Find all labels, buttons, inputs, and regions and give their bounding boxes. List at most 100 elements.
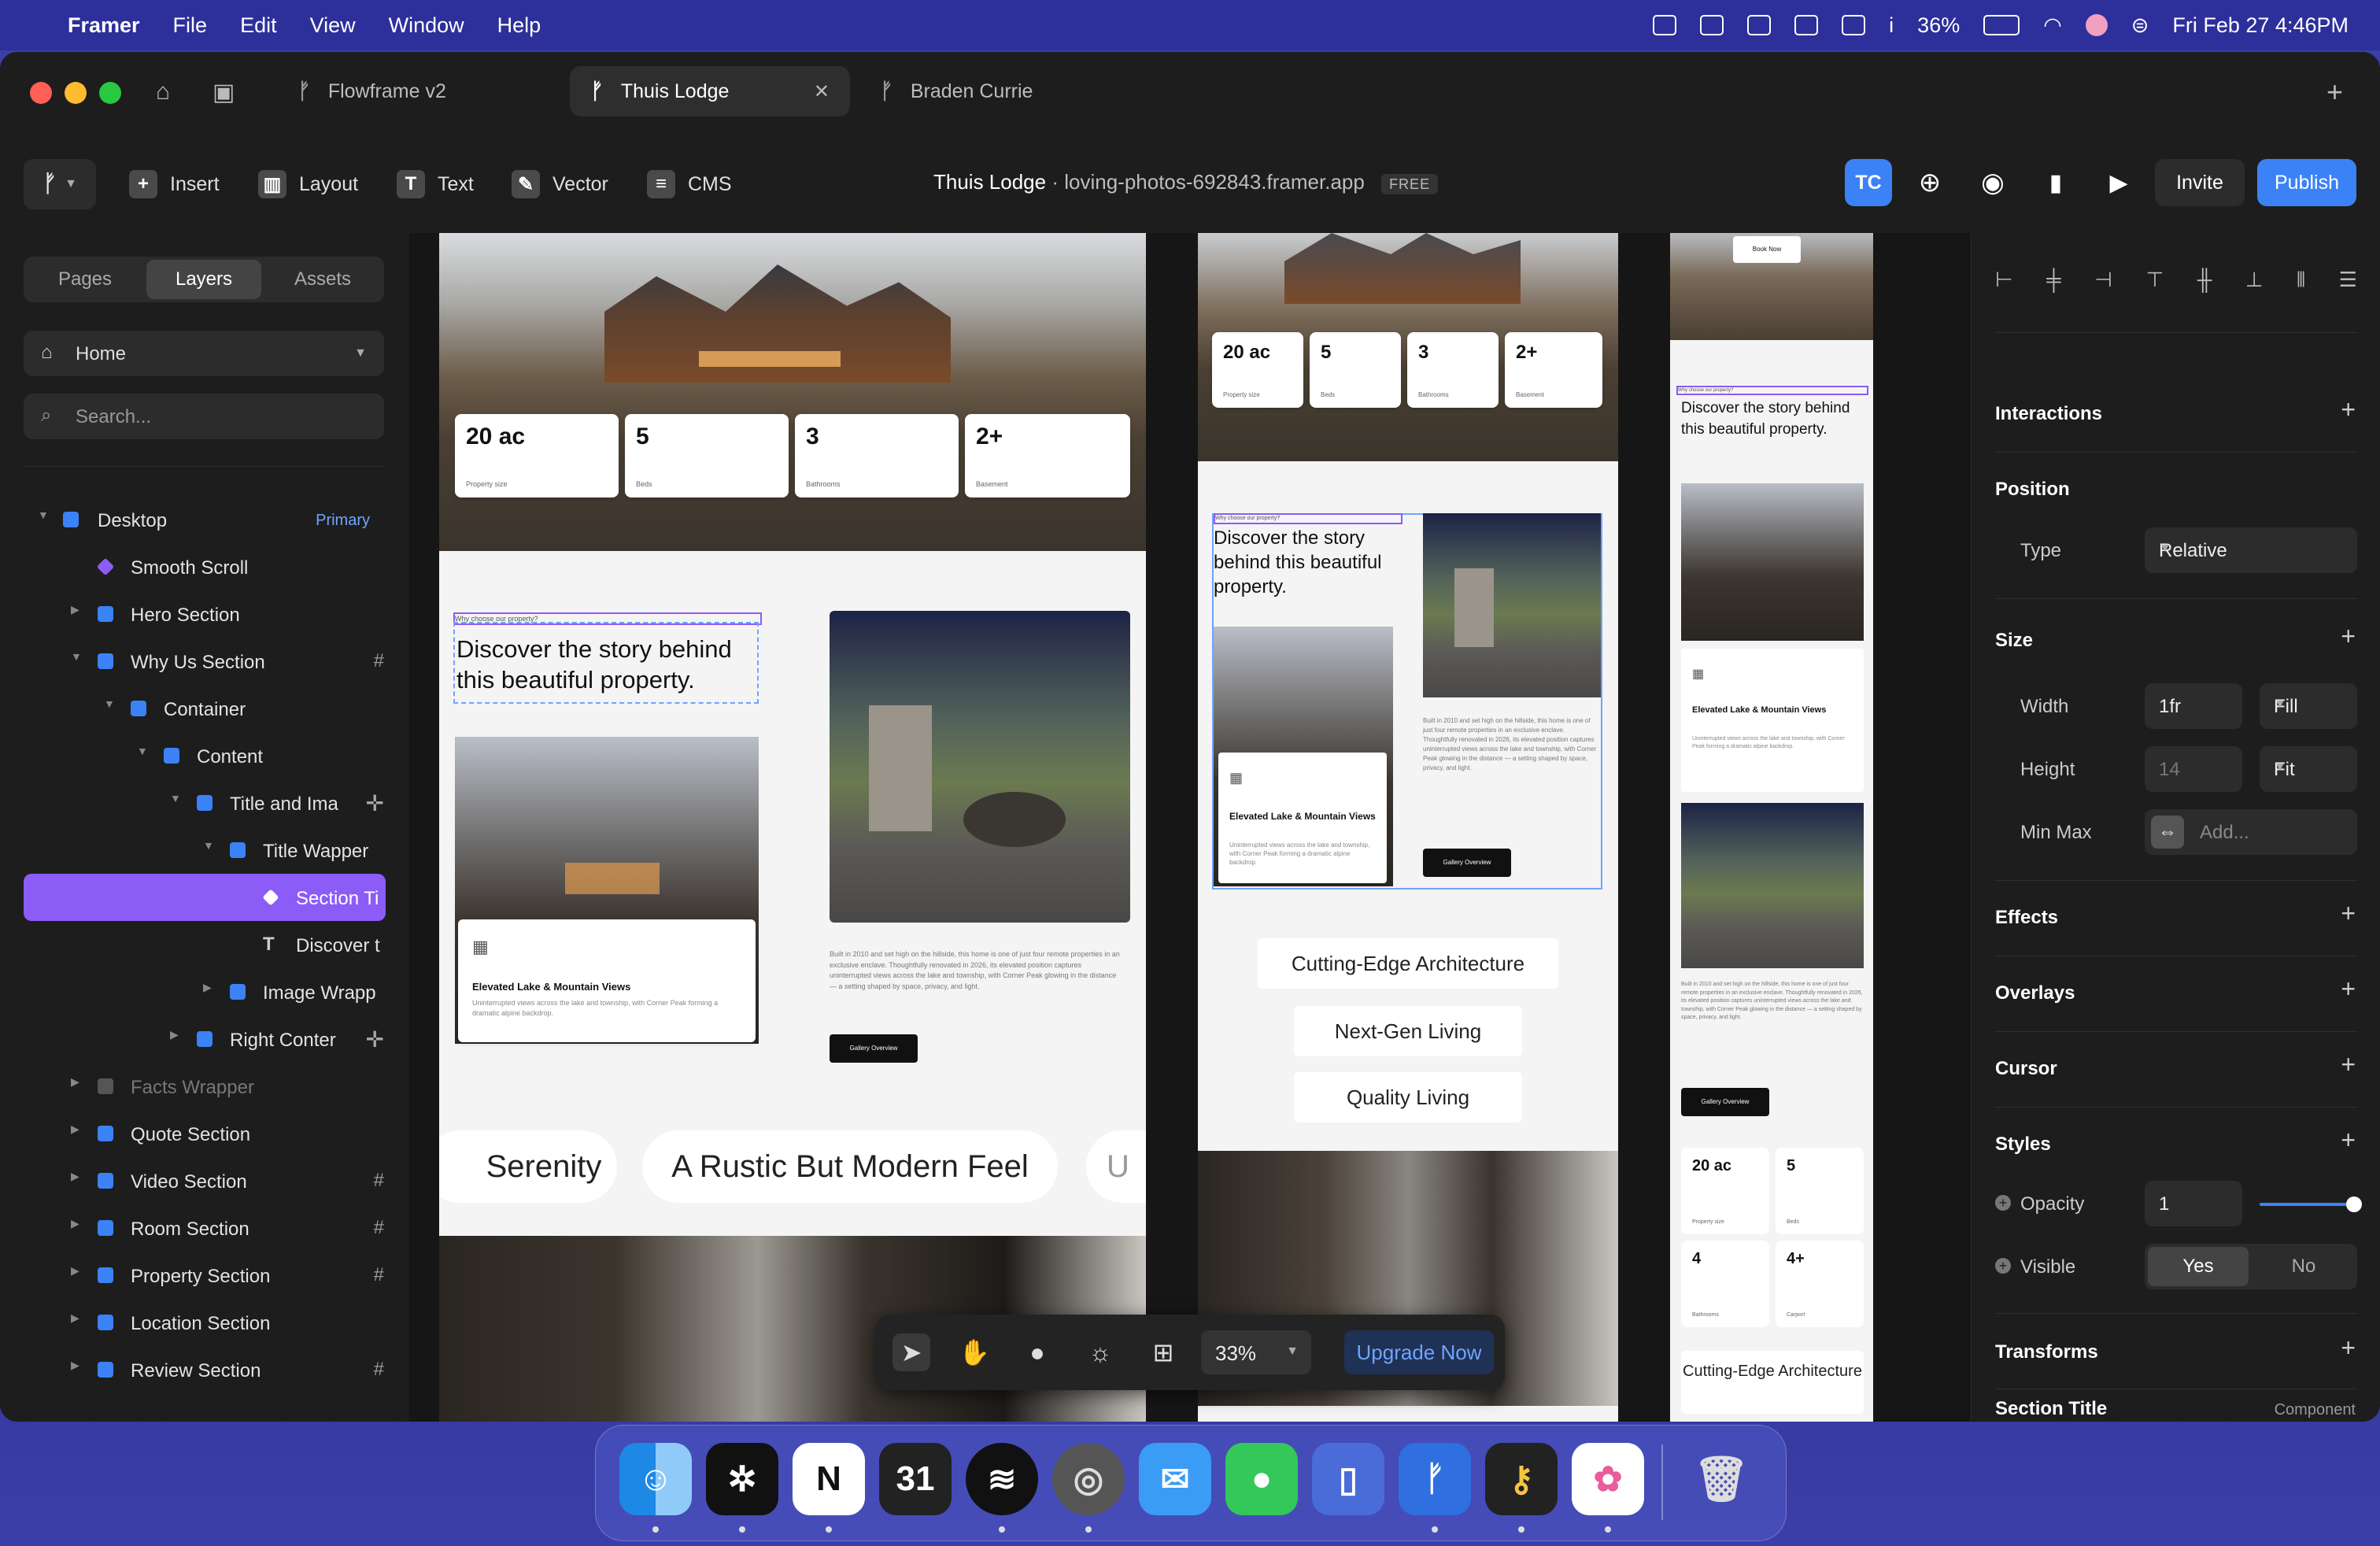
add-icon[interactable]: ✛	[366, 790, 384, 816]
status-notion-icon[interactable]	[1842, 15, 1866, 35]
align-right-icon[interactable]: ⊣	[2094, 268, 2112, 299]
invite-button[interactable]: Invite	[2155, 159, 2245, 206]
hero-lodge-photo[interactable]	[439, 233, 1146, 551]
vector-button[interactable]: ✎ Vector	[512, 165, 608, 203]
close-tab-icon[interactable]: ✕	[814, 80, 830, 103]
layer-facts-wrapper[interactable]: ▶ Facts Wrapper	[0, 1063, 409, 1110]
device-manager-icon[interactable]: ▯	[1312, 1443, 1384, 1515]
layer-video-section[interactable]: ▶ Video Section #	[0, 1157, 409, 1204]
expand-arrow-icon[interactable]: ▶	[203, 981, 212, 994]
opacity-slider-track[interactable]	[2260, 1203, 2357, 1206]
calendar-icon[interactable]: 31	[879, 1443, 952, 1515]
tab-flowframe[interactable]: ᚠ Flowframe v2	[277, 66, 560, 117]
patio-photo-tablet[interactable]	[1423, 513, 1601, 697]
status-info-icon[interactable]: i	[1889, 13, 1894, 38]
battery-icon[interactable]	[1983, 15, 2020, 35]
expand-arrow-icon[interactable]: ▶	[170, 1028, 179, 1041]
collapse-arrow-icon[interactable]: ▼	[38, 509, 49, 521]
layer-why-us-section[interactable]: ▼ Why Us Section #	[0, 638, 409, 685]
layout-button[interactable]: ▥ Layout	[258, 165, 358, 203]
wifi-icon[interactable]: ◠	[2043, 13, 2062, 38]
height-mode-select[interactable]: Fit ▼	[2260, 746, 2357, 792]
visible-add-icon[interactable]: +	[1995, 1258, 2011, 1274]
layer-image-wrapper[interactable]: ▶ Image Wrapp	[0, 968, 409, 1015]
status-keys-icon[interactable]	[1700, 15, 1724, 35]
globe-icon[interactable]: ⊕	[1908, 159, 1952, 206]
settings-icon[interactable]: ◉	[1971, 159, 2015, 206]
menu-window[interactable]: Window	[389, 13, 464, 38]
add-cursor-icon[interactable]: +	[2341, 1050, 2356, 1079]
new-tab-icon[interactable]: +	[2326, 76, 2343, 109]
add-transform-icon[interactable]: +	[2341, 1333, 2356, 1363]
mail-icon[interactable]: ✉	[1139, 1443, 1211, 1515]
patio-photo[interactable]	[830, 611, 1130, 923]
opacity-slider-handle[interactable]	[2346, 1196, 2362, 1212]
notion-icon[interactable]: N	[793, 1443, 865, 1515]
section-title-tablet[interactable]: Why choose our property?	[1214, 513, 1402, 524]
page-selector[interactable]: ⌂ Home ▼	[24, 331, 384, 376]
expand-arrow-icon[interactable]: ▶	[71, 1170, 79, 1183]
expand-arrow-icon[interactable]: ▶	[71, 1359, 79, 1372]
add-style-icon[interactable]: +	[2341, 1126, 2356, 1155]
layer-discover-text[interactable]: T Discover t	[0, 921, 409, 968]
layer-location-section[interactable]: ▶ Location Section	[0, 1299, 409, 1346]
gallery-overview-button-tablet[interactable]: Gallery Overview	[1423, 849, 1511, 877]
finder-icon[interactable]: ☺	[619, 1443, 692, 1515]
framer-dock-icon[interactable]: ᚠ	[1399, 1443, 1471, 1515]
layer-search-input[interactable]: ⌕ Search...	[24, 394, 384, 439]
height-input[interactable]: 14	[2145, 746, 2242, 792]
tab-pages[interactable]: Pages	[27, 257, 143, 302]
keys-app-icon[interactable]: ⚷	[1485, 1443, 1558, 1515]
control-center-icon[interactable]: ⊜	[2131, 13, 2149, 38]
status-keyboard-icon[interactable]	[1747, 15, 1772, 35]
collapse-arrow-icon[interactable]: ▼	[203, 839, 214, 852]
layer-quote-section[interactable]: ▶ Quote Section	[0, 1110, 409, 1157]
tab-assets[interactable]: Assets	[264, 257, 381, 302]
close-window-button[interactable]	[30, 82, 52, 104]
layer-review-section[interactable]: ▶ Review Section #	[0, 1346, 409, 1393]
collapse-arrow-icon[interactable]: ▼	[71, 650, 82, 663]
expand-arrow-icon[interactable]: ▶	[71, 603, 79, 616]
grid-view-icon[interactable]: ⊞	[1144, 1333, 1182, 1371]
status-app-icon[interactable]	[1653, 15, 1677, 35]
text-button[interactable]: T Text	[397, 165, 474, 203]
main-menu-button[interactable]: ᚠ ▼	[24, 159, 96, 209]
status-clipboard-icon[interactable]	[1794, 15, 1819, 35]
expand-arrow-icon[interactable]: ▶	[71, 1311, 79, 1325]
layer-desktop[interactable]: ▼ Desktop Primary	[0, 496, 409, 543]
tab-braden-currie[interactable]: ᚠ Braden Currie	[859, 66, 1143, 117]
layer-room-section[interactable]: ▶ Room Section #	[0, 1204, 409, 1252]
align-center-h-icon[interactable]: ╪	[2046, 268, 2060, 299]
layer-title-and-image[interactable]: ▼ Title and Ima ✛	[0, 779, 409, 827]
expand-arrow-icon[interactable]: ▶	[71, 1075, 79, 1089]
layer-content[interactable]: ▼ Content	[0, 732, 409, 779]
opacity-add-icon[interactable]: +	[1995, 1195, 2011, 1211]
add-interaction-icon[interactable]: +	[2341, 395, 2356, 424]
add-size-icon[interactable]: +	[2341, 622, 2356, 651]
layer-title-wapper[interactable]: ▼ Title Wapper	[0, 827, 409, 874]
inbox-icon[interactable]: ▣	[213, 79, 235, 106]
menu-view[interactable]: View	[310, 13, 356, 38]
insert-button[interactable]: + Insert	[129, 165, 220, 203]
minimize-window-button[interactable]	[65, 82, 87, 104]
collapse-arrow-icon[interactable]: ▼	[170, 792, 181, 804]
visible-no-option[interactable]: No	[2253, 1247, 2354, 1286]
min-max-input[interactable]: ⇔ Add...	[2145, 809, 2357, 855]
theme-sun-icon[interactable]: ☼	[1081, 1333, 1119, 1371]
discover-heading-tablet[interactable]: Discover the story behind this beautiful…	[1214, 526, 1402, 600]
expand-arrow-icon[interactable]: ▶	[71, 1217, 79, 1230]
section-title-mobile[interactable]: Why choose our property?	[1676, 386, 1868, 395]
maximize-window-button[interactable]	[99, 82, 121, 104]
collapse-arrow-icon[interactable]: ▼	[104, 697, 115, 710]
width-input[interactable]: 1fr	[2145, 683, 2242, 729]
visible-yes-option[interactable]: Yes	[2148, 1247, 2249, 1286]
layer-smooth-scroll[interactable]: Smooth Scroll	[0, 543, 409, 590]
hand-pan-icon[interactable]: ✋	[955, 1333, 993, 1371]
layer-section-title-selected[interactable]: Section Ti	[24, 874, 386, 921]
home-icon[interactable]: ⌂	[156, 79, 170, 105]
expand-arrow-icon[interactable]: ▶	[71, 1123, 79, 1136]
zoom-select[interactable]: 33% ▼	[1201, 1330, 1311, 1374]
tab-layers[interactable]: Layers	[146, 260, 261, 299]
distribute-v-icon[interactable]: ☰	[2339, 268, 2357, 299]
discover-heading-mobile[interactable]: Discover the story behind this beautiful…	[1681, 398, 1864, 440]
